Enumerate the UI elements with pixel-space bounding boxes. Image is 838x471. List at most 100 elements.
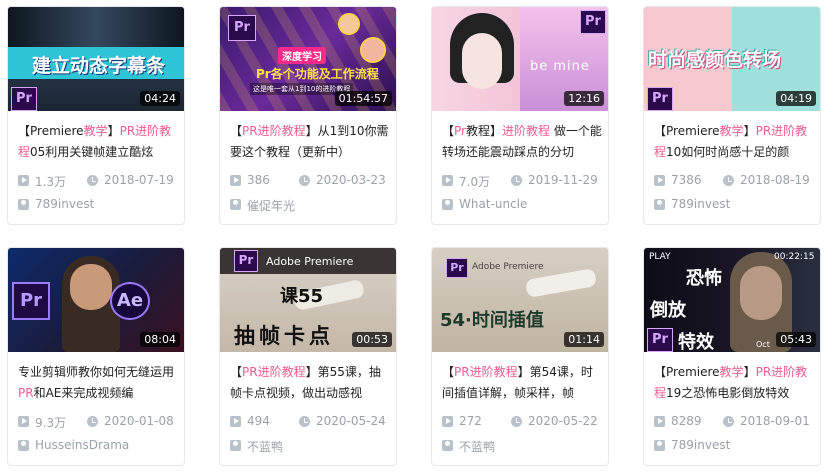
title-highlight: Pr (454, 124, 466, 138)
video-thumbnail[interactable]: Pr Adobe Premiere 54·时间插值 01:14 (432, 248, 608, 352)
thumbnail-caption: 建立动态字幕条 (32, 55, 166, 77)
uploader[interactable]: What-uncle (442, 197, 602, 213)
video-thumbnail[interactable]: Pr Adobe Premiere 课55 抽帧卡点 00:53 (220, 248, 396, 352)
video-stats: 272 2020-05-22 (442, 414, 602, 430)
video-card[interactable]: Pr Adobe Premiere 课55 抽帧卡点 00:53 【PR进阶教程… (219, 247, 397, 466)
upload-date: 2020-03-23 (316, 173, 386, 187)
user-icon (442, 440, 453, 451)
title-text: 【Premiere (654, 365, 720, 379)
view-count: 1.3万 (35, 175, 67, 189)
video-title[interactable]: 【Premiere教学】PR进阶教程19之恐怖电影倒放特效 (654, 362, 814, 406)
thumbnail-caption: 时尚感颜色转场 (648, 49, 782, 71)
video-stats: 9.3万 2020-01-08 (18, 414, 178, 430)
thumbnail-caption: 抽帧卡点 (234, 324, 334, 348)
upload-date: 2020-01-08 (104, 414, 174, 428)
duration-badge: 08:04 (140, 332, 180, 347)
view-count: 272 (459, 414, 482, 428)
uploader[interactable]: 不蓝鸭 (230, 438, 390, 454)
avatar (360, 37, 386, 63)
view-count: 494 (247, 414, 270, 428)
upload-date: 2020-05-24 (316, 414, 386, 428)
duration-badge: 01:54:57 (334, 91, 392, 106)
title-text: 【Premiere (18, 124, 84, 138)
uploader-name[interactable]: 789invest (671, 438, 730, 452)
uploader[interactable]: 789invest (654, 438, 814, 454)
uploader-name[interactable]: HusseinsDrama (35, 438, 129, 452)
video-thumbnail[interactable]: 时尚感颜色转场 Pr 04:19 (644, 7, 820, 111)
video-title[interactable]: 【Premiere教学】PR进阶教程05利用关键帧建立酷炫 (18, 121, 178, 165)
video-title[interactable]: 【PR进阶教程】第55课，抽帧卡点视频，做出动感视 (230, 362, 390, 406)
video-thumbnail[interactable]: Pr 深度学习 Pr各个功能及工作流程 这是唯一套从1到10的进阶教程 01:5… (220, 7, 396, 111)
title-highlight: PR (18, 386, 34, 400)
video-card[interactable]: Pr Ae 08:04 专业剪辑师教你如何无缝运用 PR和AE来完成视频编 9.3… (7, 247, 185, 466)
premiere-logo: Pr (446, 258, 468, 278)
video-card[interactable]: 时尚感颜色转场 Pr 04:19 【Premiere教学】PR进阶教程10如何时… (643, 6, 821, 225)
video-card[interactable]: Pr Adobe Premiere 54·时间插值 01:14 【PR进阶教程】… (431, 247, 609, 466)
title-highlight: 教学 (719, 124, 744, 138)
video-card[interactable]: 建立动态字幕条 Pr 04:24 【Premiere教学】PR进阶教程05利用关… (7, 6, 185, 225)
clock-icon (723, 175, 734, 186)
video-stats: 7.0万 2019-11-29 (442, 173, 602, 189)
title-text: 】 (743, 124, 756, 138)
uploader[interactable]: 789invest (18, 197, 178, 213)
view-count: 386 (247, 173, 270, 187)
uploader[interactable]: 789invest (654, 197, 814, 213)
uploader-name[interactable]: 789invest (35, 197, 94, 211)
duration-badge: 05:43 (776, 332, 816, 347)
video-title[interactable]: 专业剪辑师教你如何无缝运用 PR和AE来完成视频编 (18, 362, 178, 406)
premiere-logo: Pr (228, 15, 256, 41)
premiere-logo: Pr (234, 250, 258, 272)
video-card[interactable]: PLAY 00:22:15 恐怖 倒放 特效 Oct Pr 05:43 【Pre… (643, 247, 821, 466)
clock-icon (511, 175, 522, 186)
avatar (338, 13, 360, 35)
view-count: 8289 (671, 414, 702, 428)
uploader-name[interactable]: 催促年光 (247, 197, 295, 214)
uploader-name[interactable]: 不蓝鸭 (459, 438, 495, 455)
title-text: 10如何时尚感十足的颜 (666, 145, 790, 159)
video-grid: 建立动态字幕条 Pr 04:24 【Premiere教学】PR进阶教程05利用关… (7, 6, 831, 468)
user-icon (442, 199, 453, 210)
video-title[interactable]: 【Premiere教学】PR进阶教程10如何时尚感十足的颜 (654, 121, 814, 165)
uploader-name[interactable]: 789invest (671, 197, 730, 211)
uploader[interactable]: 催促年光 (230, 197, 390, 213)
video-stats: 7386 2018-08-19 (654, 173, 814, 189)
video-card[interactable]: Pr 深度学习 Pr各个功能及工作流程 这是唯一套从1到10的进阶教程 01:5… (219, 6, 397, 225)
duration-badge: 12:16 (564, 91, 604, 106)
upload-date: 2018-09-01 (740, 414, 810, 428)
video-thumbnail[interactable]: PLAY 00:22:15 恐怖 倒放 特效 Oct Pr 05:43 (644, 248, 820, 352)
title-text: 【Premiere (654, 124, 720, 138)
clock-icon (299, 416, 310, 427)
title-text: 【 (442, 365, 455, 379)
play-icon (18, 175, 29, 186)
view-count: 9.3万 (35, 416, 67, 430)
video-title[interactable]: 【Pr教程】进阶教程 做一个能转场还能震动踩点的分切 (442, 121, 602, 165)
video-stats: 494 2020-05-24 (230, 414, 390, 430)
title-text: 】 (743, 365, 756, 379)
title-text: 【 (230, 365, 243, 379)
video-thumbnail[interactable]: be mine Pr 12:16 (432, 7, 608, 111)
uploader-name[interactable]: 不蓝鸭 (247, 438, 283, 455)
video-thumbnail[interactable]: 建立动态字幕条 Pr 04:24 (8, 7, 184, 111)
user-icon (18, 440, 29, 451)
user-icon (654, 440, 665, 451)
video-title[interactable]: 【PR进阶教程】第54课，时间插值详解，帧采样，帧 (442, 362, 602, 406)
play-icon (442, 175, 453, 186)
uploader[interactable]: 不蓝鸭 (442, 438, 602, 454)
after-effects-logo: Ae (110, 282, 150, 320)
upload-date: 2019-11-29 (528, 173, 598, 187)
premiere-logo: Pr (647, 87, 673, 111)
premiere-logo: Pr (11, 87, 37, 111)
premiere-logo: Pr (647, 328, 673, 352)
title-text: 【 (230, 124, 243, 138)
upload-date: 2020-05-22 (528, 414, 598, 428)
title-highlight: 进阶教程 (502, 124, 551, 138)
video-thumbnail[interactable]: Pr Ae 08:04 (8, 248, 184, 352)
uploader[interactable]: HusseinsDrama (18, 438, 178, 454)
thumbnail-caption: 恐怖 (686, 268, 722, 289)
uploader-name[interactable]: What-uncle (459, 197, 527, 211)
user-icon (654, 199, 665, 210)
clock-icon (299, 175, 310, 186)
duration-badge: 04:24 (140, 91, 180, 106)
video-card[interactable]: be mine Pr 12:16 【Pr教程】进阶教程 做一个能转场还能震动踩点… (431, 6, 609, 225)
video-title[interactable]: 【PR进阶教程】从1到10你需要这个教程（更新中） (230, 121, 390, 165)
